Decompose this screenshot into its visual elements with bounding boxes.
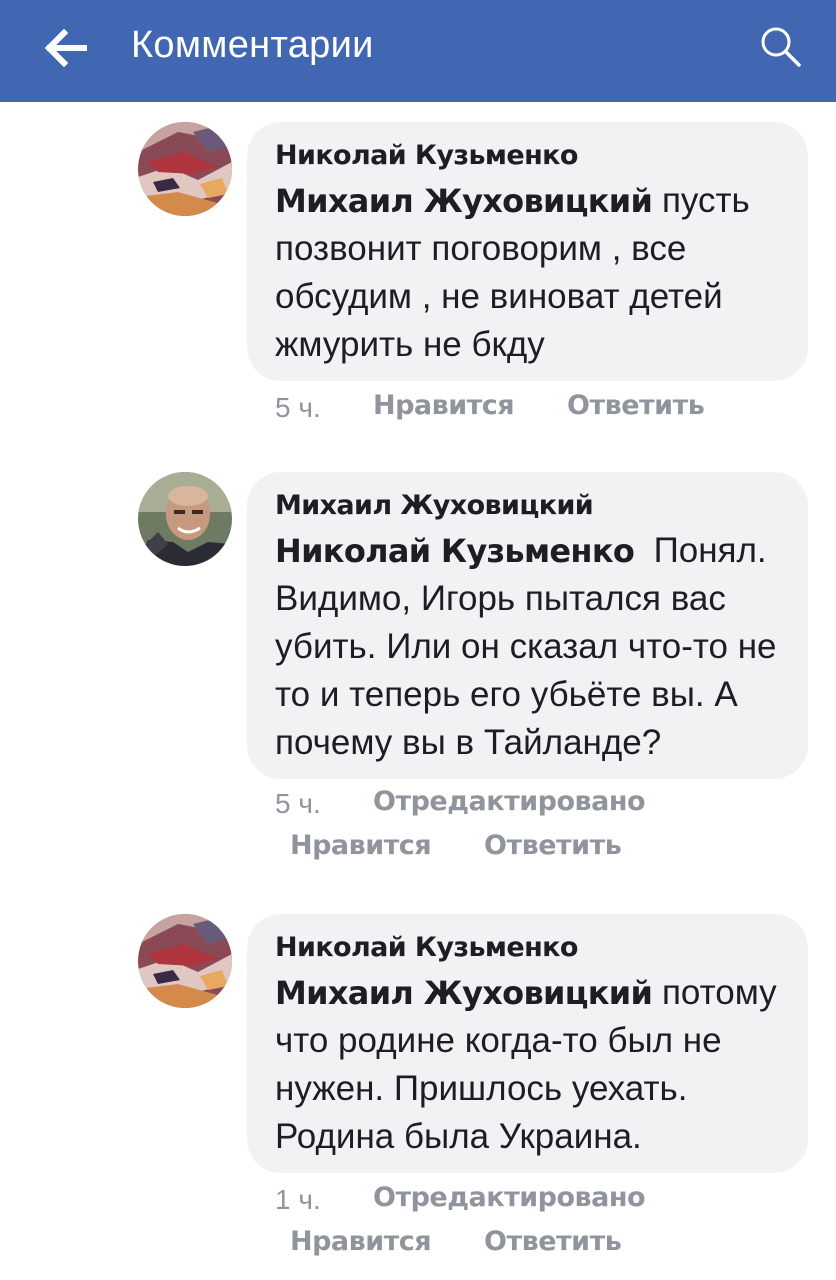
mention-link[interactable]: Михаил Жуховицкий (275, 974, 653, 1012)
mention-link[interactable]: Николай Кузьменко (275, 532, 635, 570)
avatar-image (138, 472, 232, 566)
comment-author[interactable]: Николай Кузьменко (275, 932, 780, 963)
like-button[interactable]: Нравится (373, 390, 515, 421)
comment-bubble[interactable]: Николай Кузьменко Михаил Жуховицкий пото… (247, 914, 808, 1173)
comment-time[interactable]: 1 ч. (275, 1184, 321, 1216)
edited-label: Отредактировано (373, 1182, 646, 1213)
comment-text: Николай Кузьменко Понял. Видимо, Игорь п… (275, 527, 780, 767)
avatar-image (138, 914, 232, 1008)
comment-author[interactable]: Николай Кузьменко (275, 140, 780, 171)
comment-bubble[interactable]: Николай Кузьменко Михаил Жуховицкий пуст… (247, 122, 808, 381)
reply-button[interactable]: Ответить (484, 1226, 622, 1257)
avatar-image (138, 122, 232, 216)
avatar[interactable] (138, 122, 232, 216)
top-bar: Комментарии (0, 0, 836, 102)
avatar[interactable] (138, 914, 232, 1008)
comment-time[interactable]: 5 ч. (275, 392, 321, 424)
like-button[interactable]: Нравится (290, 1226, 432, 1257)
back-button[interactable] (40, 26, 90, 70)
comment-text: Михаил Жуховицкий пусть позвонит поговор… (275, 177, 780, 369)
comment-author[interactable]: Михаил Жуховицкий (275, 490, 780, 521)
edited-label: Отредактировано (373, 786, 646, 817)
like-button[interactable]: Нравится (290, 830, 432, 861)
comment-bubble[interactable]: Михаил Жуховицкий Николай Кузьменко Поня… (247, 472, 808, 779)
avatar[interactable] (138, 472, 232, 566)
comment-text: Михаил Жуховицкий потому что родине когд… (275, 969, 780, 1161)
reply-button[interactable]: Ответить (484, 830, 622, 861)
search-icon (761, 27, 801, 67)
search-button[interactable] (758, 24, 804, 70)
comment-time[interactable]: 5 ч. (275, 788, 321, 820)
arrow-left-icon (44, 28, 87, 68)
page-title: Комментарии (131, 24, 374, 66)
mention-link[interactable]: Михаил Жуховицкий (275, 182, 653, 220)
reply-button[interactable]: Ответить (567, 390, 705, 421)
